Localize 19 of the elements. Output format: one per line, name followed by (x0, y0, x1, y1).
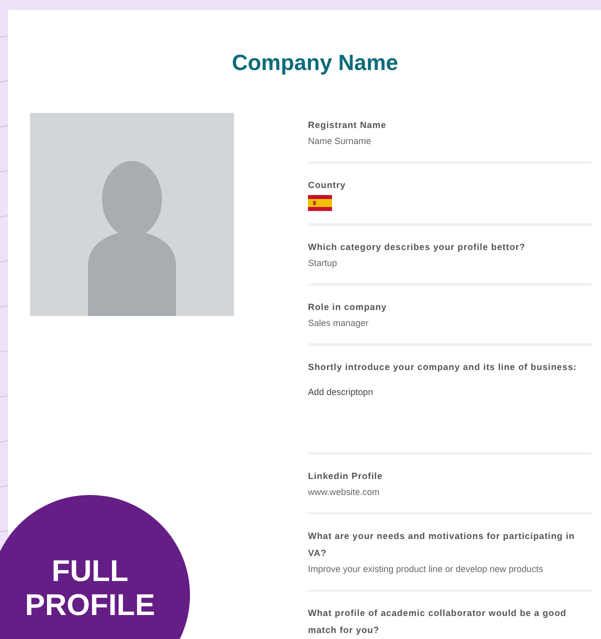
badge-text: PROFILE (24, 589, 155, 623)
field-value: Name Surname (308, 135, 372, 148)
company-name: Company Name (230, 49, 400, 76)
field-label: What profile of academic collaborator would be a good match for you? (308, 607, 568, 637)
field-label: Registrant Name (308, 119, 388, 132)
field-value: Sales manager (308, 317, 370, 330)
field-label: Shortly introduce your company and its line of business: (308, 361, 578, 374)
badge-text: FULL (52, 555, 128, 589)
field-label: What are your needs and motivations for participating in VA? (308, 530, 576, 560)
spain-flag-icon (308, 195, 332, 211)
avatar-placeholder-icon (30, 113, 234, 316)
field-value: www.website.com (308, 486, 381, 499)
field-label: Linkedin Profile (308, 470, 384, 483)
field-value: Startup (308, 257, 338, 270)
field-label: Role in company (308, 301, 388, 314)
field-value: Add descriptopn (308, 386, 374, 399)
field-label: Which category describes your profile bettor? (308, 241, 526, 254)
field-label: Country (308, 179, 347, 192)
field-value: Improve your existing product line or develop new products (308, 563, 544, 576)
